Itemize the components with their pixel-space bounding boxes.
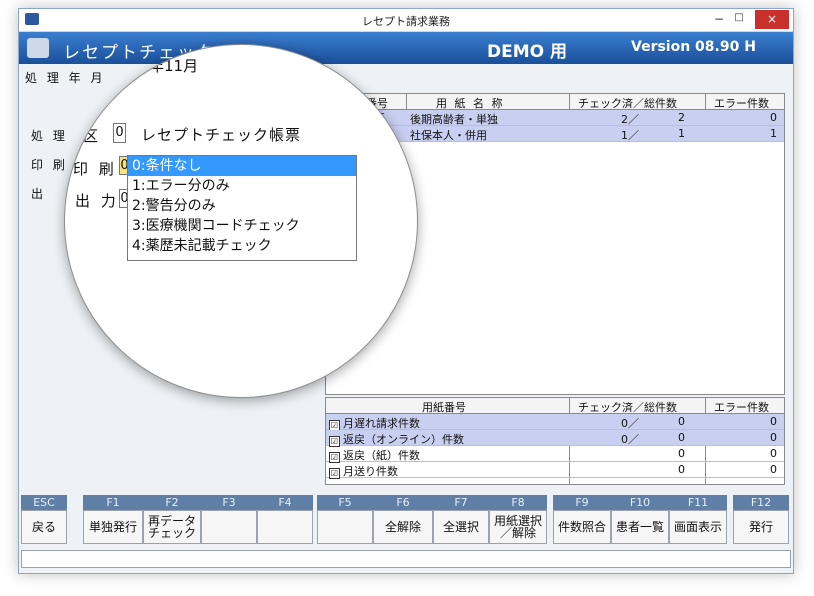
total-count: 0 <box>678 431 685 444</box>
status-bar <box>21 550 791 568</box>
col-checked-total: チェック済／総件数 <box>578 97 677 110</box>
total-count: 2 <box>678 111 685 124</box>
fkey-caption: F12 <box>733 495 789 510</box>
screen-display-button[interactable]: 画面表示 <box>669 510 727 544</box>
error-count: 1 <box>770 127 777 140</box>
summary-label: 月遅れ請求件数 <box>343 417 420 430</box>
close-icon[interactable]: × <box>755 10 789 29</box>
summary-row[interactable]: ☑ 月送り件数 0 0 <box>326 462 784 479</box>
f4-button[interactable] <box>257 510 313 544</box>
print-label: 印 刷 <box>31 158 68 172</box>
single-issue-button[interactable]: 単独発行 <box>83 510 143 544</box>
col-error-count: エラー件数 <box>714 97 769 110</box>
summary-label: 返戻（紙）件数 <box>343 449 420 462</box>
header-banner: レセプトチェック DEMO 用 Version 08.90 H <box>19 32 793 64</box>
summary-header: 用紙番号 チェック済／総件数 エラー件数 <box>326 398 784 414</box>
col-form-name: 用 紙 名 称 <box>436 97 505 110</box>
fkey-caption: ESC <box>21 495 67 510</box>
checked-count: 2／ <box>621 113 639 126</box>
minimize-icon[interactable]: − <box>711 12 727 28</box>
form-select-toggle-button[interactable]: 用紙選択 ／解除 <box>489 510 547 544</box>
checked-count: 0／ <box>621 433 639 446</box>
fkey-caption: F9 <box>553 495 611 510</box>
col-checked-total: チェック済／総件数 <box>578 401 677 414</box>
dropdown-option[interactable]: 2:警告分のみ <box>128 196 356 216</box>
summary-row[interactable]: ☑ 月遅れ請求件数 0／ 0 0 <box>326 414 784 431</box>
total-count: 0 <box>678 447 685 460</box>
fkey-caption: F4 <box>257 495 313 510</box>
col-form-number: 用紙番号 <box>422 401 466 414</box>
process-label: 処 理 <box>31 129 68 143</box>
col-error-count: エラー件数 <box>714 401 769 414</box>
recheck-data-button[interactable]: 再データ チェック <box>143 510 201 544</box>
back-button[interactable]: 戻る <box>21 510 67 544</box>
patient-list-button[interactable]: 患者一覧 <box>611 510 669 544</box>
application-window: レセプト請求業務 − □ × レセプトチェック DEMO 用 Version 0… <box>18 8 794 574</box>
title-bar: レセプト請求業務 − □ × <box>19 9 793 32</box>
checked-count: 1／ <box>621 129 639 142</box>
total-count: 1 <box>678 127 685 140</box>
version-label: Version 08.90 H <box>631 39 756 55</box>
issue-button[interactable]: 発行 <box>733 510 789 544</box>
select-all-button[interactable]: 全選択 <box>433 510 489 544</box>
year-month-text: 年11月 <box>149 57 199 75</box>
fkey-caption: F2 <box>143 495 201 510</box>
total-count: 0 <box>678 463 685 476</box>
total-count: 0 <box>678 415 685 428</box>
row-checkbox[interactable]: ☑ <box>329 468 340 479</box>
output-label: 出 <box>31 187 47 201</box>
dropdown-option[interactable]: 3:医療機関コードチェック <box>128 216 356 236</box>
magnifier-lens: 年11月 区 0 レセプトチェック帳票 印 刷 象 0 出 力 定 0 0:条件… <box>64 44 418 398</box>
f3-button[interactable] <box>201 510 257 544</box>
clear-all-button[interactable]: 全解除 <box>373 510 433 544</box>
function-key-bar: ESC 戻る F1 単独発行 F2 再データ チェック F3 F4 F5 F6 全解除 … <box>19 495 793 545</box>
fkey-caption: F5 <box>317 495 373 510</box>
dropdown-option[interactable]: 1:エラー分のみ <box>128 176 356 196</box>
error-count: 0 <box>770 463 777 476</box>
count-reconcile-button[interactable]: 件数照合 <box>553 510 611 544</box>
report-name: レセプトチェック帳票 <box>141 126 302 144</box>
checked-count: 0／ <box>621 417 639 430</box>
process-label-magnified: 区 <box>83 127 101 145</box>
error-count: 0 <box>770 415 777 428</box>
fkey-caption: F6 <box>373 495 433 510</box>
dropdown-option[interactable]: 0:条件なし <box>128 156 356 176</box>
condition-dropdown[interactable]: 0:条件なし 1:エラー分のみ 2:警告分のみ 3:医療機関コードチェック 4:… <box>127 155 357 261</box>
fkey-caption: F7 <box>433 495 489 510</box>
fkey-caption: F10 <box>611 495 669 510</box>
fkey-caption: F1 <box>83 495 143 510</box>
summary-row[interactable]: ☑ 返戻（オンライン）件数 0／ 0 0 <box>326 430 784 447</box>
summary-table: 用紙番号 チェック済／総件数 エラー件数 ☑ 月遅れ請求件数 0／ 0 0 ☑ 返戻… <box>325 397 785 485</box>
error-count: 0 <box>770 431 777 444</box>
demo-label: DEMO 用 <box>487 42 568 62</box>
table-row[interactable]: ☑ 6 後期高齢者・単独 2／ 2 0 <box>326 110 784 126</box>
fkey-caption: F11 <box>669 495 727 510</box>
form-name: 後期高齢者・単独 <box>410 113 498 126</box>
logo-icon <box>27 38 49 58</box>
f5-button[interactable] <box>317 510 373 544</box>
summary-label: 月送り件数 <box>343 465 398 478</box>
period-label: 処 理 年 月 <box>25 71 106 85</box>
fkey-caption: F8 <box>489 495 547 510</box>
window-title: レセプト請求業務 <box>362 15 450 28</box>
summary-row[interactable]: ☑ 返戻（紙）件数 0 0 <box>326 446 784 463</box>
error-count: 0 <box>770 447 777 460</box>
form-list-header: ✓ 用紙番号 用 紙 名 称 チェック済／総件数 エラー件数 <box>326 94 784 110</box>
process-field[interactable]: 0 <box>113 123 126 143</box>
summary-label: 返戻（オンライン）件数 <box>343 433 464 446</box>
form-name: 社保本人・併用 <box>410 129 487 142</box>
maximize-icon[interactable]: □ <box>731 12 747 28</box>
dropdown-option[interactable]: 4:薬歴未記載チェック <box>128 236 356 256</box>
error-count: 0 <box>770 111 777 124</box>
fkey-caption: F3 <box>201 495 257 510</box>
